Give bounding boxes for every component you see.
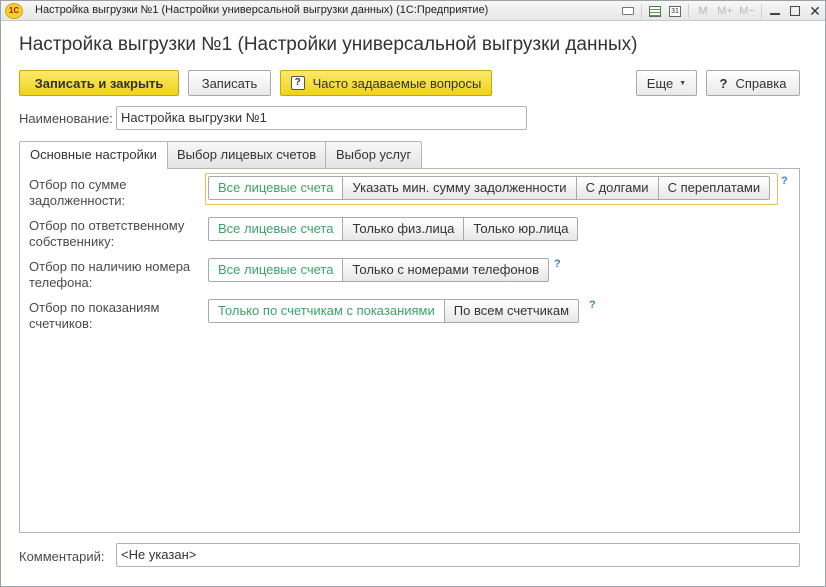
question-icon: ? bbox=[290, 76, 305, 90]
help-icon[interactable]: ? bbox=[554, 258, 561, 270]
toolbar-divider bbox=[761, 4, 762, 18]
debt-filter-label: Отбор по сумме задолженности: bbox=[29, 177, 127, 208]
more-button-label: Еще bbox=[646, 75, 674, 91]
owner-filter-option[interactable]: Только юр.лица bbox=[463, 217, 579, 241]
save-and-close-button[interactable]: Записать и закрыть bbox=[19, 70, 179, 96]
name-input[interactable]: Настройка выгрузки №1 bbox=[116, 106, 527, 130]
calendar-icon[interactable]: 31 bbox=[665, 1, 685, 21]
calculator-icon[interactable] bbox=[645, 1, 665, 21]
meter-filter-switch: Только по счетчикам с показаниями По все… bbox=[208, 299, 580, 323]
comment-label: Комментарий: bbox=[19, 549, 105, 564]
phone-filter-label: Отбор по наличию номера телефона: bbox=[29, 259, 191, 290]
debt-filter-option[interactable]: С долгами bbox=[575, 176, 659, 200]
tab-services[interactable]: Выбор услуг bbox=[325, 141, 423, 168]
memory-minus-button[interactable]: M− bbox=[736, 1, 758, 21]
calendar-day: 31 bbox=[669, 5, 681, 17]
question-icon: ? bbox=[719, 75, 728, 91]
comment-input[interactable]: <Не указан> bbox=[116, 543, 800, 567]
save-button[interactable]: Записать bbox=[188, 70, 271, 96]
minimize-button[interactable] bbox=[765, 1, 785, 21]
window-title: Настройка выгрузки №1 (Настройки универс… bbox=[35, 4, 489, 16]
owner-filter-option[interactable]: Только физ.лица bbox=[342, 217, 465, 241]
memory-plus-button[interactable]: M+ bbox=[714, 1, 736, 21]
tab-accounts[interactable]: Выбор лицевых счетов bbox=[166, 141, 328, 168]
close-icon: ✕ bbox=[809, 2, 821, 19]
debt-filter-option[interactable]: Указать мин. сумму задолженности bbox=[342, 176, 577, 200]
more-button[interactable]: Еще ▼ bbox=[636, 70, 697, 96]
help-icon[interactable]: ? bbox=[589, 299, 596, 311]
chevron-down-icon: ▼ bbox=[679, 79, 687, 87]
meter-filter-option[interactable]: Только по счетчикам с показаниями bbox=[208, 299, 445, 323]
toolbar-divider bbox=[688, 4, 689, 18]
debt-filter-option[interactable]: С переплатами bbox=[657, 176, 771, 200]
title-bar-tools: 31 M M+ M− ✕ bbox=[618, 1, 825, 21]
faq-button-label: Часто задаваемые вопросы bbox=[312, 75, 482, 91]
owner-filter-option[interactable]: Все лицевые счета bbox=[208, 217, 344, 241]
help-button-label: Справка bbox=[735, 75, 787, 91]
phone-filter-option[interactable]: Только с номерами телефонов bbox=[342, 258, 549, 282]
owner-filter-label: Отбор по ответственному собственнику: bbox=[29, 218, 185, 249]
tab-main-settings[interactable]: Основные настройки bbox=[19, 141, 168, 169]
faq-button[interactable]: ? Часто задаваемые вопросы bbox=[280, 70, 492, 96]
debt-filter-switch: Все лицевые счета Указать мин. сумму зад… bbox=[208, 176, 771, 200]
toolbar-divider bbox=[641, 4, 642, 18]
debt-filter-option[interactable]: Все лицевые счета bbox=[208, 176, 344, 200]
app-window: 1С Настройка выгрузки №1 (Настройки унив… bbox=[0, 0, 826, 587]
close-button[interactable]: ✕ bbox=[805, 1, 825, 21]
help-icon[interactable]: ? bbox=[781, 175, 788, 187]
phone-filter-option[interactable]: Все лицевые счета bbox=[208, 258, 344, 282]
minimize-icon bbox=[770, 13, 780, 15]
memory-button[interactable]: M bbox=[692, 1, 714, 21]
help-button[interactable]: ? Справка bbox=[706, 70, 800, 96]
owner-filter-switch: Все лицевые счета Только физ.лица Только… bbox=[208, 217, 579, 241]
maximize-button[interactable] bbox=[785, 1, 805, 21]
title-bar: 1С Настройка выгрузки №1 (Настройки унив… bbox=[1, 1, 825, 21]
page-title: Настройка выгрузки №1 (Настройки универс… bbox=[19, 34, 638, 55]
name-label: Наименование: bbox=[19, 111, 113, 126]
app-logo-icon: 1С bbox=[5, 3, 23, 19]
maximize-icon bbox=[790, 6, 800, 16]
meter-filter-option[interactable]: По всем счетчикам bbox=[443, 299, 580, 323]
print-icon[interactable] bbox=[618, 1, 638, 21]
meter-filter-label: Отбор по показаниям счетчиков: bbox=[29, 300, 160, 331]
phone-filter-switch: Все лицевые счета Только с номерами теле… bbox=[208, 258, 549, 282]
